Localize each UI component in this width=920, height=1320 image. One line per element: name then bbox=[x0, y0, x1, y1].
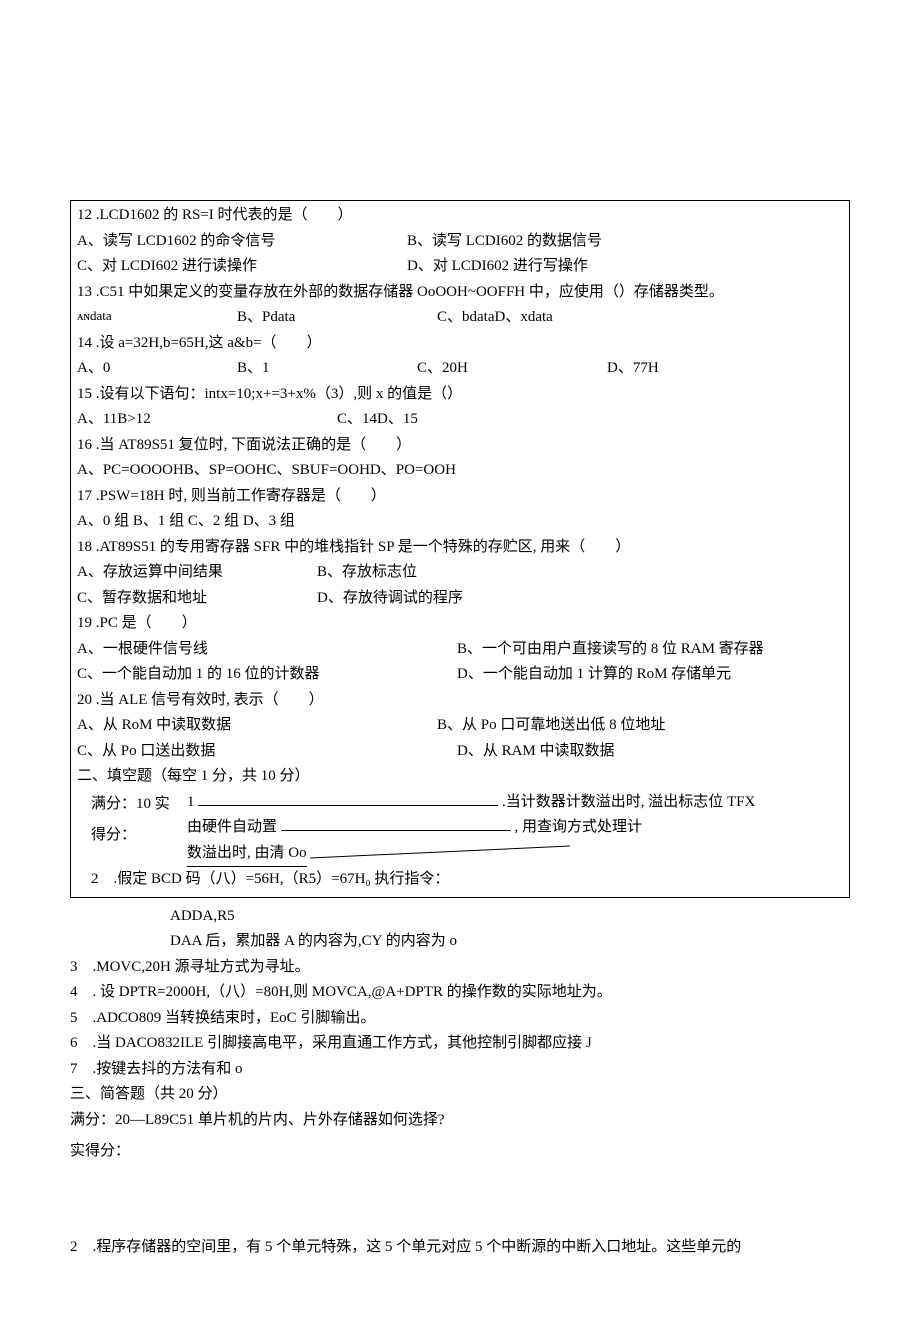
q18-opt-d: D、存放待调试的程序 bbox=[317, 586, 463, 612]
q17-stem: 17 .PSW=18H 时, 则当前工作寄存器是（ ） bbox=[77, 484, 843, 510]
q16-stem: 16 .当 AT89S51 复位时, 下面说法正确的是（ ） bbox=[77, 433, 843, 459]
q20-opt-c: C、从 Po 口送出数据 bbox=[77, 739, 457, 765]
fill-q2-code2: DAA 后，累加器 A 的内容为,CY 的内容为 o bbox=[70, 929, 850, 955]
fill-q2-code1: ADDA,R5 bbox=[70, 904, 850, 930]
fill-q6: 6 .当 DACO832ILE 引脚接高电平，采用直通工作方式，其他控制引脚都应… bbox=[70, 1031, 850, 1057]
q19-opt-c: C、一个能自动加 1 的 16 位的计数器 bbox=[77, 662, 457, 688]
q16-opts: A、PC=OOOOHB、SP=OOHC、SBUF=OOHD、PO=OOH bbox=[77, 458, 843, 484]
q14-opt-c: C、20H bbox=[417, 356, 607, 382]
q18-opt-c: C、暂存数据和地址 bbox=[77, 586, 317, 612]
q15-opt-a: A、11B>12 bbox=[77, 407, 337, 433]
score-get-label: 得分： bbox=[77, 823, 177, 849]
q14-opt-d: D、77H bbox=[607, 356, 659, 382]
diagonal-line-icon bbox=[310, 844, 570, 860]
q12-opt-d: D、对 LCDI602 进行写操作 bbox=[407, 254, 588, 280]
fill-blank bbox=[281, 815, 511, 831]
fill-q1-text3: , 用查询方式处理计 bbox=[515, 819, 643, 835]
fill-q2: 2 .假定 BCD 码（八）=56H,（R5）=67H₀ 执行指令： bbox=[77, 867, 843, 893]
q17-opts: A、0 组 B、1 组 C、2 组 D、3 组 bbox=[77, 509, 843, 535]
score-fill-block: 满分：10 实 得分： 1 .当计数器计数溢出时, 溢出标志位 TFX 由硬件自… bbox=[77, 790, 843, 868]
section3-title: 三、简答题（共 20 分） bbox=[70, 1082, 850, 1108]
q12-stem: 12 .LCD1602 的 RS=I 时代表的是（ ） bbox=[77, 203, 843, 229]
q12-opt-c: C、对 LCDI602 进行读操作 bbox=[77, 254, 407, 280]
fill-q5: 5 .ADCO809 当转换结束时，EoC 引脚输出。 bbox=[70, 1006, 850, 1032]
q13-opt-cd: C、bdataD、xdata bbox=[437, 305, 553, 331]
fill-blank bbox=[198, 790, 498, 806]
section3-score: 实得分： bbox=[70, 1139, 850, 1165]
q14-opt-a: A、0 bbox=[77, 356, 237, 382]
q18-opt-a: A、存放运算中间结果 bbox=[77, 560, 317, 586]
fill-q1-text1: .当计数器计数溢出时, 溢出标志位 TFX bbox=[502, 794, 755, 810]
q12-opt-a: A、读写 LCD1602 的命令信号 bbox=[77, 229, 407, 255]
fill-q4: 4 . 设 DPTR=2000H,（八）=80H,则 MOVCA,@A+DPTR… bbox=[70, 980, 850, 1006]
fill-q1-text2: 由硬件自动置 bbox=[187, 819, 277, 835]
q18-opt-b: B、存放标志位 bbox=[317, 560, 417, 586]
q20-opt-b: B、从 Po 口可靠地送出低 8 位地址 bbox=[437, 713, 665, 739]
fill-q7: 7 .按键去抖的方法有和 o bbox=[70, 1057, 850, 1083]
q20-opt-a: A、从 RoM 中读取数据 bbox=[77, 713, 437, 739]
q12-opt-b: B、读写 LCDI602 的数据信号 bbox=[407, 229, 602, 255]
section2-title: 二、填空题（每空 1 分，共 10 分） bbox=[77, 764, 843, 790]
q15-stem: 15 .设有以下语句：intx=10;x+=3+x%（3）,则 x 的值是（） bbox=[77, 382, 843, 408]
question-box: 12 .LCD1602 的 RS=I 时代表的是（ ） A、读写 LCD1602… bbox=[70, 200, 850, 898]
q20-opt-d: D、从 RAM 中读取数据 bbox=[457, 739, 615, 765]
q18-stem: 18 .AT89S51 的专用寄存器 SFR 中的堆栈指针 SP 是一个特殊的存… bbox=[77, 535, 843, 561]
q19-opt-b: B、一个可由用户直接读写的 8 位 RAM 寄存器 bbox=[457, 637, 764, 663]
q13-opt-a: ᴀɴdata bbox=[77, 305, 237, 331]
q14-opt-b: B、1 bbox=[237, 356, 417, 382]
q15-opt-c: C、14D、15 bbox=[337, 407, 418, 433]
q14-stem: 14 .设 a=32H,b=65H,这 a&b=（ ） bbox=[77, 331, 843, 357]
q19-opt-d: D、一个能自动加 1 计算的 RoM 存储单元 bbox=[457, 662, 731, 688]
section3-q2: 2 .程序存储器的空间里，有 5 个单元特殊，这 5 个单元对应 5 个中断源的… bbox=[70, 1235, 850, 1261]
q13-stem: 13 .C51 中如果定义的变量存放在外部的数据存储器 OoOOH~OOFFH … bbox=[77, 280, 843, 306]
q13-opt-b: B、Pdata bbox=[237, 305, 437, 331]
fill-q1-num: 1 bbox=[187, 794, 195, 810]
section3-q1: 满分：20—L89C51 单片机的片内、片外存储器如何选择? bbox=[70, 1108, 850, 1134]
q19-opt-a: A、一根硬件信号线 bbox=[77, 637, 457, 663]
q19-stem: 19 .PC 是（ ） bbox=[77, 611, 843, 637]
fill-q1-text4: 数溢出时, 由清 Oo bbox=[187, 841, 307, 868]
q20-stem: 20 .当 ALE 信号有效时, 表示（ ） bbox=[77, 688, 843, 714]
score-full-label: 满分：10 实 bbox=[77, 792, 177, 818]
fill-q3: 3 .MOVC,20H 源寻址方式为寻址。 bbox=[70, 955, 850, 981]
